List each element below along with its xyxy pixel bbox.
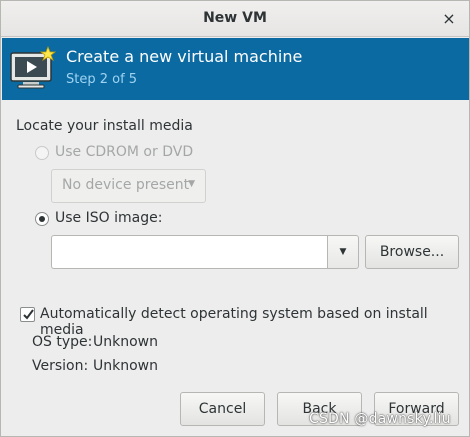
install-media-heading: Locate your install media: [16, 118, 193, 134]
checkmark-icon: [23, 309, 34, 320]
new-vm-dialog: New VM × Create a new virtual machine St…: [0, 0, 470, 437]
close-button[interactable]: ×: [437, 7, 461, 31]
auto-detect-checkbox[interactable]: [20, 307, 35, 322]
cdrom-device-value: No device present: [62, 177, 190, 193]
chevron-down-icon: ▼: [339, 247, 347, 257]
banner-title: Create a new virtual machine: [66, 47, 303, 66]
title-bar[interactable]: New VM ×: [1, 1, 469, 37]
os-type-value: Unknown: [93, 334, 158, 350]
os-type-label: OS type:: [32, 334, 93, 350]
step-indicator: Step 2 of 5: [66, 72, 138, 87]
cdrom-device-combo[interactable]: No device present ▼: [51, 169, 206, 203]
iso-radio[interactable]: [35, 212, 49, 226]
virtual-machine-icon: [10, 46, 57, 89]
version-value: Unknown: [93, 358, 158, 374]
cdrom-radio-label: Use CDROM or DVD: [55, 144, 194, 160]
wizard-banner: Create a new virtual machine Step 2 of 5: [2, 38, 469, 100]
browse-button[interactable]: Browse...: [365, 235, 459, 269]
iso-path-input[interactable]: [51, 235, 331, 269]
cancel-button[interactable]: Cancel: [180, 392, 265, 426]
watermark: CSDN @dawnsky.liu: [309, 411, 451, 427]
chevron-down-icon: ▼: [188, 179, 195, 189]
window-title: New VM: [203, 10, 267, 26]
close-icon: ×: [442, 9, 456, 28]
cdrom-radio[interactable]: [35, 146, 49, 160]
iso-history-dropdown[interactable]: ▼: [327, 235, 359, 269]
iso-radio-label: Use ISO image:: [55, 210, 163, 226]
version-label: Version:: [32, 358, 89, 374]
